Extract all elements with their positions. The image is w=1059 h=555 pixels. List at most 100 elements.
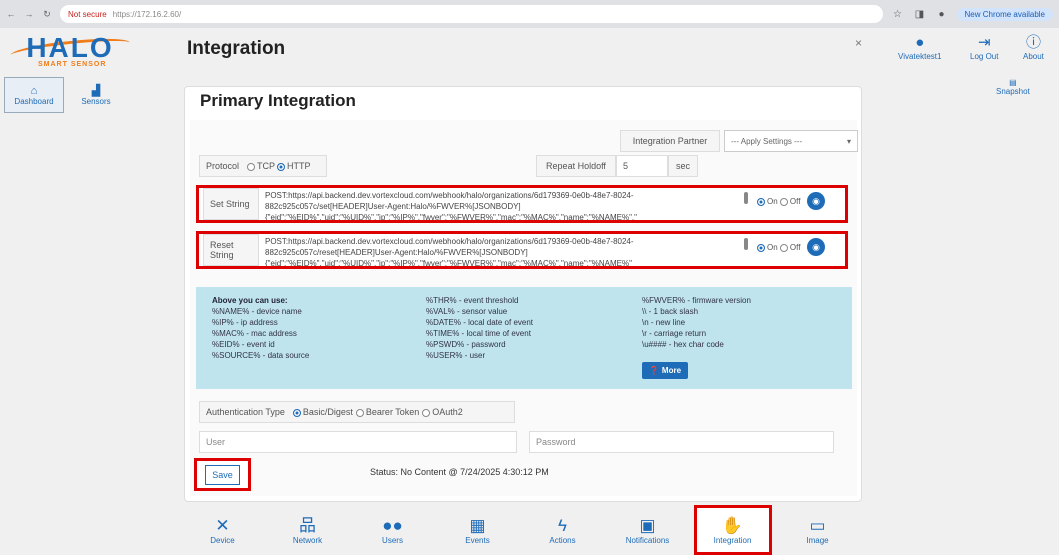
reset-on-radio[interactable]: On — [757, 243, 778, 252]
reset-string-label-text: Reset String — [210, 240, 234, 260]
repeat-input[interactable]: 5 — [616, 155, 668, 177]
set-string-input[interactable]: POST:https://api.backend.dev.vortexcloud… — [265, 190, 745, 220]
tools-icon: ✕ — [215, 515, 230, 535]
help-item: %EID% - event id — [212, 340, 275, 349]
auth-oauth-circle — [422, 408, 431, 417]
reset-string-label: Reset String — [203, 234, 259, 266]
nav-notifications[interactable]: ▣ Notifications — [612, 516, 684, 545]
snapshot-button[interactable]: ▤ Snapshot — [996, 78, 1030, 96]
user-button[interactable]: ● Vivatektest1 — [898, 34, 941, 61]
set-on-radio[interactable]: On — [757, 197, 778, 206]
reset-off-radio[interactable]: Off — [779, 243, 800, 252]
protocol-field: Protocol TCP HTTP — [199, 155, 327, 177]
save-button-highlight: Save — [194, 458, 251, 491]
notifications-icon: ▣ — [639, 515, 656, 535]
home-icon: ⌂ — [30, 84, 38, 97]
nav-actions[interactable]: ϟ Actions — [527, 516, 599, 545]
more-button[interactable]: ❓ More — [642, 362, 688, 379]
logo-text: HALO — [26, 32, 114, 63]
nav-network-label: Network — [292, 535, 323, 545]
tcp-radio-circle — [247, 162, 256, 171]
set-on-label: On — [767, 197, 778, 206]
nav-device-label: Device — [210, 535, 235, 545]
http-radio[interactable]: HTTP — [277, 161, 311, 171]
tcp-label: TCP — [257, 161, 276, 171]
bottom-nav: ✕ Device 品 Network ●● Users ▦ Events ϟ Action… — [180, 505, 860, 555]
password-input[interactable]: Password — [529, 431, 834, 453]
close-icon[interactable]: × — [855, 36, 862, 50]
reset-on-off: On Off — [757, 243, 800, 252]
star-icon[interactable]: ☆ — [891, 9, 905, 20]
reload-icon[interactable]: ↻ — [42, 9, 52, 20]
profile-icon[interactable]: ● — [935, 9, 949, 20]
help-item: %NAME% - device name — [212, 307, 302, 316]
halo-logo[interactable]: HALO SMART SENSOR — [9, 32, 131, 73]
nav-events[interactable]: ▦ Events — [442, 516, 514, 545]
nav-network[interactable]: 品 Network — [272, 516, 344, 545]
reset-string-input[interactable]: POST:https://api.backend.dev.vortexcloud… — [265, 236, 745, 266]
http-radio-circle — [277, 162, 286, 171]
tcp-radio[interactable]: TCP — [247, 161, 275, 171]
set-preview-eye-icon[interactable]: ◉ — [807, 192, 825, 210]
help-item: %PSWD% - password — [426, 340, 506, 349]
nav-users[interactable]: ●● Users — [357, 516, 429, 545]
reset-string-line2: 882c925c057c/reset[HEADER]User-Agent:Hal… — [265, 248, 528, 257]
save-button[interactable]: Save — [205, 464, 240, 485]
reset-string-scrollbar[interactable] — [744, 238, 748, 250]
auth-oauth-radio[interactable]: OAuth2 — [422, 407, 463, 417]
auth-basic-radio[interactable]: Basic/Digest — [292, 407, 353, 417]
nav-integration[interactable]: ✋ Integration — [693, 505, 772, 555]
repeat-label: Repeat Holdoff — [536, 155, 616, 177]
info-icon: ⓘ — [1025, 34, 1041, 51]
extensions-icon[interactable]: ◨ — [913, 9, 927, 20]
reset-off-circle — [779, 243, 788, 252]
help-col-2: %THR% - event threshold %VAL% - sensor v… — [426, 295, 533, 361]
user-input[interactable]: User — [199, 431, 517, 453]
set-string-line2: 882c925c057c/set[HEADER]User-Agent:Halo/… — [265, 202, 521, 211]
partner-value: --- Apply Settings --- — [731, 136, 803, 146]
logout-icon: ⇥ — [977, 34, 991, 51]
reset-preview-eye-icon[interactable]: ◉ — [807, 238, 825, 256]
auth-type-field: Authentication Type Basic/Digest Bearer … — [199, 401, 515, 423]
logo-subtext: SMART SENSOR — [38, 61, 107, 68]
sensors-icon: ▟ — [91, 85, 101, 97]
snapshot-icon: ▤ — [1009, 78, 1017, 87]
nav-image[interactable]: ▭ Image — [782, 516, 854, 545]
about-button[interactable]: ⓘ About — [1023, 34, 1044, 61]
nav-dashboard[interactable]: ⌂ Dashboard — [4, 77, 64, 113]
reset-on-circle — [757, 243, 765, 252]
forward-icon[interactable]: → — [24, 9, 34, 19]
logout-label: Log Out — [970, 52, 999, 61]
not-secure-badge[interactable]: Not secure — [68, 10, 107, 19]
nav-integration-label: Integration — [713, 535, 752, 545]
set-string-line3: {"eid":"%EID%","uid":"%UID%","ip":"%IP%"… — [265, 213, 637, 220]
variables-help-box: Above you can use: %NAME% - device name … — [196, 287, 852, 389]
auth-bearer-radio[interactable]: Bearer Token — [355, 407, 419, 417]
auth-basic-circle — [292, 408, 301, 417]
nav-events-label: Events — [465, 535, 490, 545]
browser-toolbar: ← → ↻ Not secure https://172.16.2.60/ ☆ … — [0, 0, 1059, 28]
set-string-label: Set String — [203, 188, 259, 220]
help-item: \u#### - hex char code — [642, 340, 724, 349]
network-icon: 品 — [299, 515, 316, 535]
help-item: %TIME% - local time of event — [426, 329, 531, 338]
back-icon[interactable]: ← — [6, 9, 16, 19]
new-chrome-button[interactable]: New Chrome available — [956, 7, 1053, 21]
set-off-radio[interactable]: Off — [779, 197, 801, 206]
set-off-label: Off — [789, 197, 801, 206]
help-item: \n - new line — [642, 318, 686, 327]
nav-device[interactable]: ✕ Device — [187, 516, 259, 545]
more-info-icon: ❓ — [648, 366, 659, 375]
image-icon: ▭ — [809, 515, 826, 535]
nav-sensors[interactable]: ▟ Sensors — [66, 77, 126, 113]
address-bar[interactable]: Not secure https://172.16.2.60/ — [60, 5, 883, 23]
nav-notifications-label: Notifications — [625, 535, 670, 545]
help-heading: Above you can use: — [212, 296, 288, 305]
nav-actions-label: Actions — [549, 535, 576, 545]
partner-select[interactable]: --- Apply Settings --- ▾ — [724, 130, 858, 152]
logout-button[interactable]: ⇥ Log Out — [970, 34, 998, 61]
reset-string-line1: POST:https://api.backend.dev.vortexcloud… — [265, 237, 634, 246]
reset-on-label: On — [767, 243, 778, 252]
set-string-scrollbar[interactable] — [744, 192, 748, 204]
help-item: %FWVER% - firmware version — [642, 296, 751, 305]
